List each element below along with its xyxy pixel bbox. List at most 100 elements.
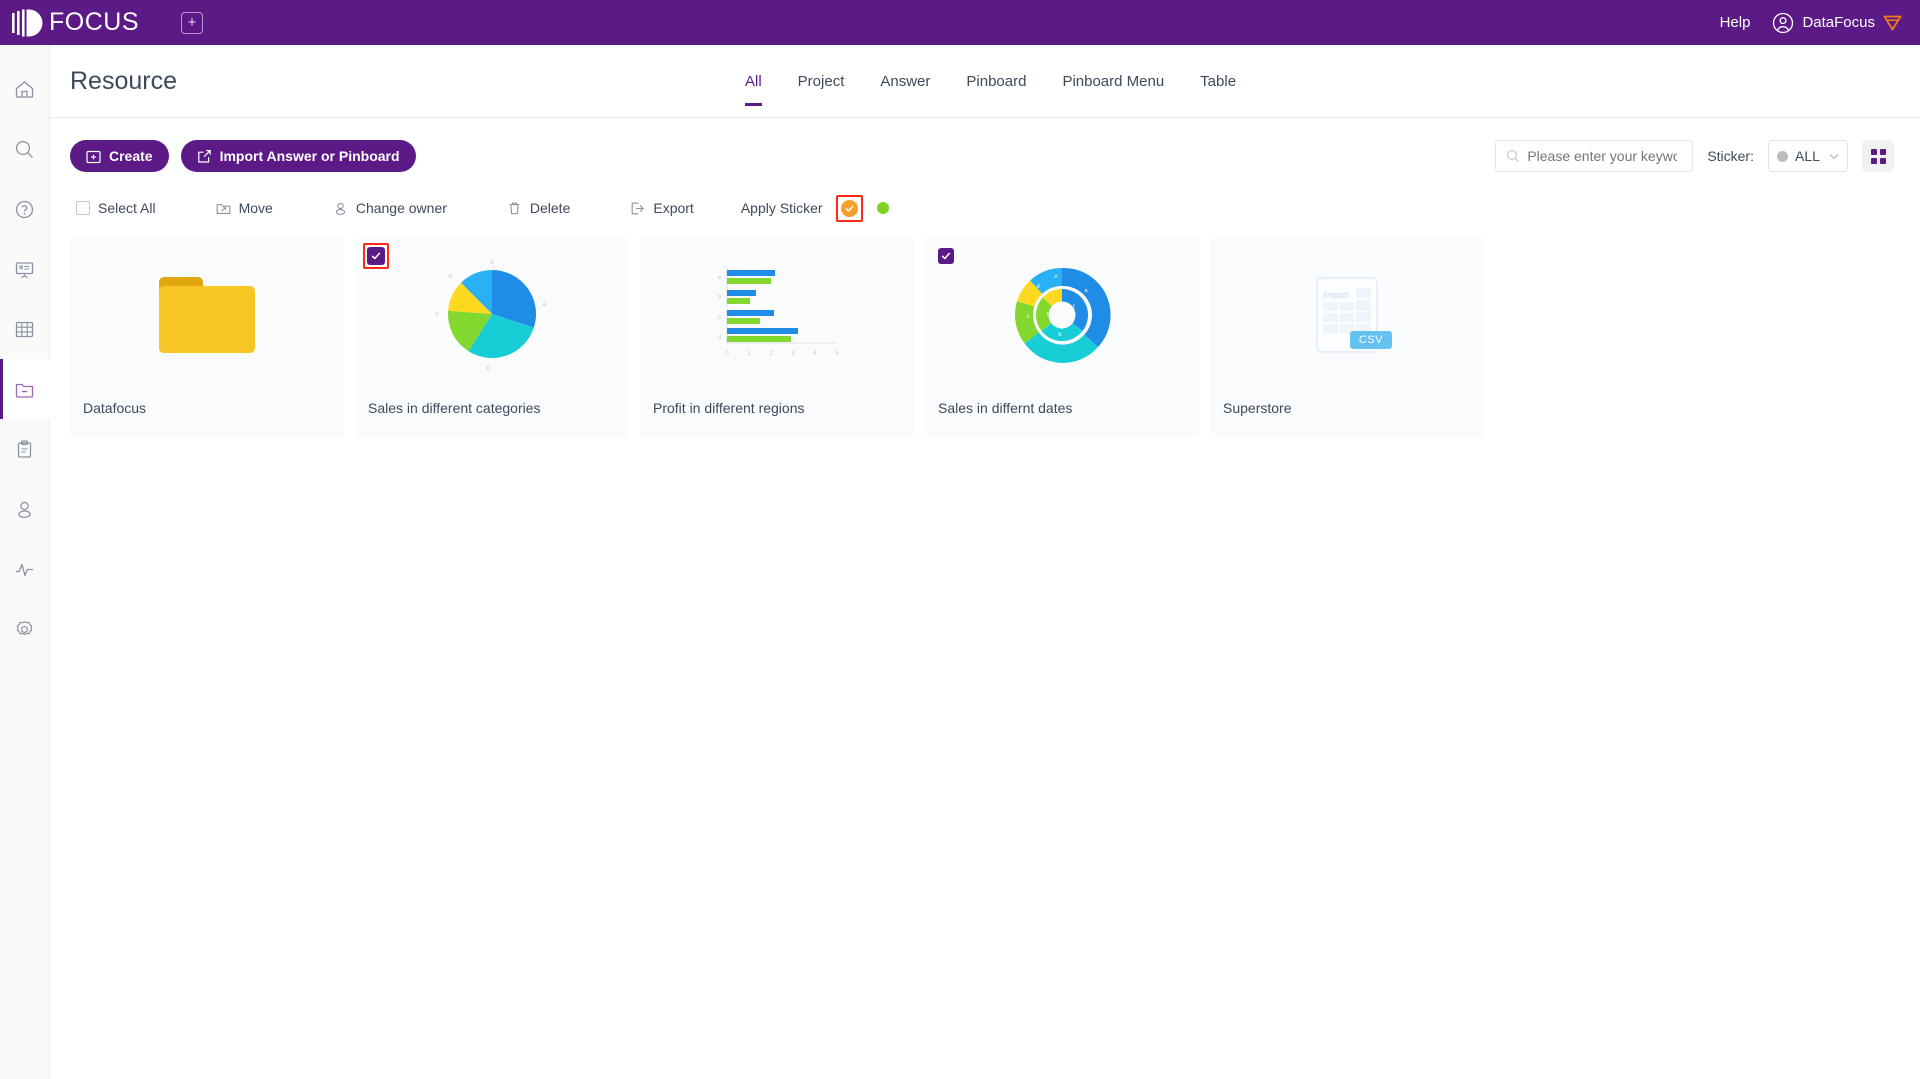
svg-text:g: g xyxy=(1061,324,1064,330)
sidebar-item-users[interactable] xyxy=(0,479,50,539)
create-button-label: Create xyxy=(109,148,153,164)
apply-sticker-text: Apply Sticker xyxy=(740,200,823,216)
sidebar-item-settings[interactable] xyxy=(0,599,50,659)
gem-icon xyxy=(1883,14,1902,31)
import-button-label: Import Answer or Pinboard xyxy=(219,148,400,164)
move-label: Move xyxy=(238,200,273,216)
card-title: Profit in different regions xyxy=(653,400,805,416)
export-label: Export xyxy=(653,200,694,216)
card-thumbnail: a b c d 0 1 2 3 4 5 xyxy=(640,237,914,392)
svg-text:2: 2 xyxy=(769,351,773,357)
card-title: Superstore xyxy=(1223,400,1292,416)
sidebar-item-help[interactable] xyxy=(0,179,50,239)
card-select-checkbox-highlighted[interactable] xyxy=(363,243,389,269)
selection-toolbar: Select All Move Change owner Delete Expo… xyxy=(76,194,889,222)
import-answer-or-pinboard-button[interactable]: Import Answer or Pinboard xyxy=(180,140,416,172)
sidebar-item-home[interactable] xyxy=(0,59,50,119)
select-all-checkbox[interactable] xyxy=(76,201,90,215)
svg-text:a: a xyxy=(542,301,546,308)
grid-view-icon xyxy=(1870,148,1886,164)
csv-import-icon: Import CSV xyxy=(1316,276,1392,353)
svg-text:c: c xyxy=(1027,314,1030,320)
delete-label: Delete xyxy=(529,200,571,216)
sticker-orange-highlight xyxy=(835,194,863,222)
sticker-palette xyxy=(835,194,889,222)
change-owner-button[interactable]: Change owner xyxy=(333,200,447,216)
tab-all[interactable]: All xyxy=(745,73,762,106)
resource-card[interactable]: Datafocus xyxy=(70,237,344,438)
card-select-checkbox[interactable] xyxy=(938,248,954,264)
help-link[interactable]: Help xyxy=(1720,14,1751,31)
tab-pinboard-menu[interactable]: Pinboard Menu xyxy=(1062,73,1164,106)
plus-square-icon[interactable]: + xyxy=(181,11,203,34)
card-title: Sales in differnt dates xyxy=(938,400,1073,416)
card-thumbnail: a b c d e f g h i xyxy=(925,237,1199,392)
svg-text:4: 4 xyxy=(813,351,817,357)
svg-text:h: h xyxy=(1047,312,1050,318)
resource-card[interactable]: a b c d e f g h i Sales in differnt date… xyxy=(925,237,1199,438)
pie-chart-thumbnail: e a b c d xyxy=(430,256,554,374)
action-row: Create Import Answer or Pinboard xyxy=(70,140,416,172)
svg-text:c: c xyxy=(435,311,439,318)
svg-text:e: e xyxy=(490,259,494,266)
svg-text:d: d xyxy=(1036,284,1039,290)
sidebar-item-board[interactable] xyxy=(0,239,50,299)
tab-table[interactable]: Table xyxy=(1200,73,1236,106)
svg-text:3: 3 xyxy=(791,351,795,357)
app-logo[interactable]: FOCUS xyxy=(10,8,139,37)
apply-sticker-label: Apply Sticker xyxy=(741,200,823,216)
tab-answer[interactable]: Answer xyxy=(880,73,930,106)
check-icon xyxy=(367,247,385,265)
svg-text:b: b xyxy=(1058,332,1061,338)
change-owner-label: Change owner xyxy=(355,200,447,216)
sidebar-item-monitor[interactable] xyxy=(0,539,50,599)
sticker-orange-check-icon[interactable] xyxy=(840,199,858,217)
check-icon xyxy=(940,250,952,262)
top-bar: FOCUS + Help DataFocus xyxy=(0,0,1920,45)
resource-card[interactable]: a b c d 0 1 2 3 4 5 Profit in different … xyxy=(640,237,914,438)
sidebar-item-resource[interactable] xyxy=(0,359,50,419)
sticker-color-dot xyxy=(1777,150,1788,162)
search-icon xyxy=(1506,149,1520,163)
gear-icon xyxy=(14,619,35,640)
svg-text:5: 5 xyxy=(835,351,839,357)
sticker-green-dot[interactable] xyxy=(876,202,889,214)
logo-text: FOCUS xyxy=(49,8,139,36)
sidebar-item-search[interactable] xyxy=(0,119,50,179)
table-grid-icon xyxy=(14,319,35,340)
user-icon xyxy=(333,201,348,216)
csv-badge: CSV xyxy=(1349,330,1392,349)
delete-button[interactable]: Delete xyxy=(507,200,570,216)
svg-text:b: b xyxy=(718,295,722,301)
sidebar-item-tasks[interactable] xyxy=(0,419,50,479)
select-all-control[interactable]: Select All xyxy=(76,200,156,216)
user-menu[interactable]: DataFocus xyxy=(1772,12,1902,34)
resource-card[interactable]: Import CSV Superstore xyxy=(1210,237,1484,438)
sidebar-item-table[interactable] xyxy=(0,299,50,359)
svg-text:a: a xyxy=(718,275,722,281)
grid-view-toggle[interactable] xyxy=(1862,140,1894,172)
resource-card[interactable]: e a b c d Sales in different categories xyxy=(355,237,629,438)
presentation-icon xyxy=(14,259,35,280)
export-icon xyxy=(630,201,645,216)
sticker-filter-select[interactable]: ALL xyxy=(1768,140,1848,172)
search-box[interactable] xyxy=(1495,140,1694,172)
card-thumbnail: Import CSV xyxy=(1210,237,1484,392)
export-button[interactable]: Export xyxy=(630,200,694,216)
donut-chart-thumbnail: a b c d e f g h i xyxy=(1000,256,1124,374)
tab-pinboard[interactable]: Pinboard xyxy=(966,73,1026,106)
sticker-filter-label: Sticker: xyxy=(1707,148,1754,164)
user-circle-icon xyxy=(1772,12,1794,34)
search-input[interactable] xyxy=(1527,148,1678,164)
create-button[interactable]: Create xyxy=(70,140,169,172)
svg-text:i: i xyxy=(1052,296,1053,302)
page-title: Resource xyxy=(70,67,177,95)
move-button[interactable]: Move xyxy=(216,200,273,216)
sticker-filter-value: ALL xyxy=(1795,148,1820,164)
bar-chart-thumbnail: a b c d 0 1 2 3 4 5 xyxy=(697,255,857,375)
tab-project[interactable]: Project xyxy=(798,73,845,106)
user-icon xyxy=(14,499,35,520)
search-filter-area: Sticker: ALL xyxy=(1495,140,1894,172)
svg-text:c: c xyxy=(718,315,721,321)
page-header: Resource All Project Answer Pinboard Pin… xyxy=(50,45,1920,118)
